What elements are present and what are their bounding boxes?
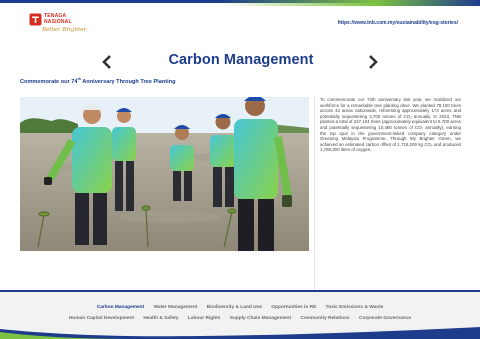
brand-name: TENAGA NASIONAL <box>44 13 72 25</box>
footer-tab-supply-chain[interactable]: Supply Chain Management <box>230 316 291 321</box>
footer-tab-water-management[interactable]: Water Management <box>154 305 198 310</box>
footer-divider <box>0 290 480 292</box>
footer-tab-opportunities-re[interactable]: Opportunities in RE <box>271 305 316 310</box>
footer-tab-human-capital[interactable]: Human Capital Development <box>69 316 134 321</box>
footer-tab-community-relations[interactable]: Community Relations <box>300 316 349 321</box>
column-divider <box>314 97 315 290</box>
subtitle-suffix: Anniversary Through Tree Planting <box>80 78 176 85</box>
footer-tab-corporate-governance[interactable]: Corporate Governance <box>359 316 411 321</box>
tnb-logo-icon <box>29 13 42 26</box>
brand-logo[interactable]: TENAGA NASIONAL Better. Brighter. <box>29 12 99 38</box>
brand-tagline: Better. Brighter. <box>42 27 88 33</box>
footer-tab-health-safety[interactable]: Health & Safety <box>143 316 178 321</box>
bottom-decorative-band <box>0 327 480 339</box>
footer-nav-row-2: Human Capital Development Health & Safet… <box>0 316 480 321</box>
page-title: Carbon Management <box>168 52 314 68</box>
brand-name-line2: NASIONAL <box>44 18 72 25</box>
header: TENAGA NASIONAL Better. Brighter. https:… <box>0 6 480 38</box>
footer-tab-carbon-management[interactable]: Carbon Management <box>97 305 144 310</box>
footer-nav-row-1: Carbon Management Water Management Biodi… <box>0 305 480 310</box>
chevron-left-icon[interactable] <box>100 55 114 69</box>
tree-planting-photo <box>20 97 309 251</box>
story-paragraph: To commemorate our 74th anniversary last… <box>320 97 461 153</box>
footer-tab-toxic-emissions[interactable]: Toxic Emissions & Waste <box>326 305 384 310</box>
chevron-right-icon[interactable] <box>366 55 380 69</box>
subtitle-prefix: Commemorate our 74 <box>20 78 78 85</box>
page-url-link[interactable]: https://www.tnb.com.my/sustainability/es… <box>338 20 458 26</box>
section-subtitle: Commemorate our 74th Anniversary Through… <box>20 77 176 85</box>
footer-tab-labour-rights[interactable]: Labour Rights <box>188 316 221 321</box>
footer-tab-biodiversity[interactable]: Biodiversity & Land Use <box>207 305 262 310</box>
